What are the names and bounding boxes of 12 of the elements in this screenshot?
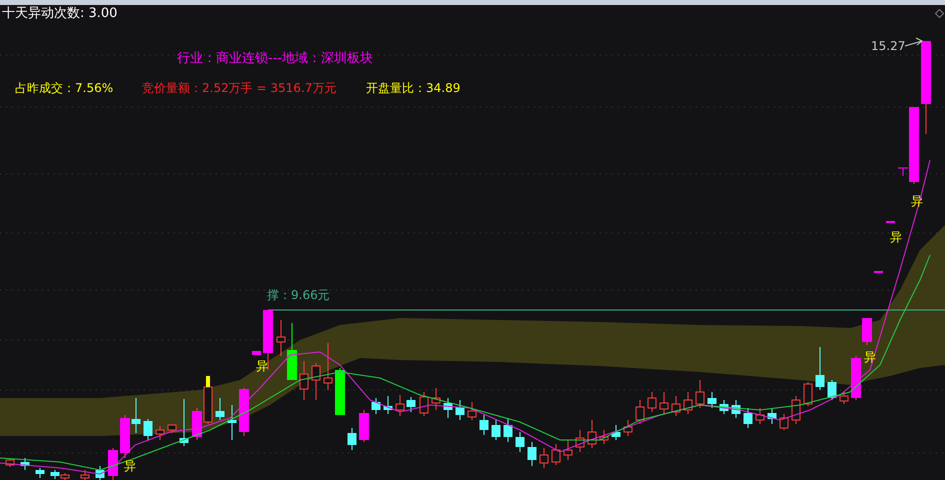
auction-volume-text: 竞价量额：2.52万手 = 3516.7万元	[142, 81, 336, 96]
opening-ratio-text: 开盘量比：34.89	[366, 81, 460, 96]
arrow-line	[904, 38, 923, 46]
chart-title: 十天异动次数: 3.00	[2, 6, 118, 22]
diamond-icon[interactable]	[935, 9, 944, 18]
anomaly-marker: 异	[256, 359, 268, 373]
anomaly-marker: 异	[890, 230, 902, 244]
high-price-label: 15.27	[871, 39, 906, 54]
support-price-label: 撑：9.66元	[267, 288, 330, 303]
industry-region-text: 行业：商业连锁---地域：深圳板块	[177, 51, 374, 67]
anomaly-marker: 异	[124, 459, 136, 473]
stat-text: 占昨成交：7.56%	[15, 81, 114, 96]
